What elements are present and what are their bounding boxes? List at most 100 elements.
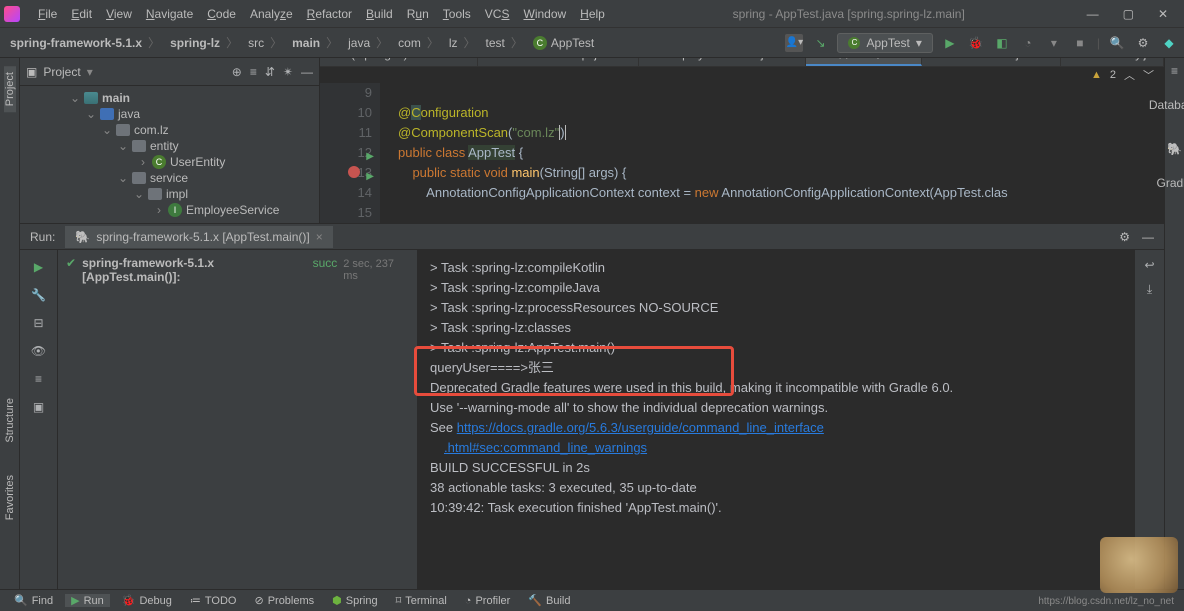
status-terminal[interactable]: ⌑Terminal: [390, 594, 453, 607]
project-panel-title[interactable]: Project: [43, 65, 80, 79]
menu-navigate[interactable]: Navigate: [140, 5, 199, 23]
status-find[interactable]: 🔍Find: [8, 594, 59, 607]
crumb[interactable]: CAppTest: [529, 34, 598, 52]
user-avatar-icon[interactable]: 👤▾: [785, 34, 803, 52]
settings-icon[interactable]: ⚙: [1134, 34, 1152, 52]
gradle-docs-link[interactable]: https://docs.gradle.org/5.6.3/userguide/…: [457, 420, 824, 435]
crumb[interactable]: src〉: [244, 32, 288, 53]
sidebar-favorites[interactable]: Favorites: [4, 469, 16, 526]
tab-employeeservice[interactable]: EmployeeService.java×: [639, 58, 806, 66]
maximize-icon[interactable]: ▢: [1123, 7, 1134, 21]
attach-icon[interactable]: ▾: [1045, 34, 1063, 52]
crumb[interactable]: test〉: [482, 32, 529, 53]
menu-refactor[interactable]: Refactor: [301, 5, 358, 23]
menu-analyze[interactable]: Analyze: [244, 5, 299, 23]
status-problems[interactable]: ⊘Problems: [248, 594, 320, 607]
crumb[interactable]: spring-lz〉: [166, 32, 244, 53]
coverage-icon[interactable]: ◧: [993, 34, 1011, 52]
scroll-end-icon[interactable]: ⤓: [1147, 282, 1152, 297]
tab-userserviceimpl[interactable]: UserServiceImpl.java×: [478, 58, 639, 66]
pin-icon[interactable]: ▣: [33, 400, 44, 414]
rerun-icon[interactable]: ▶: [34, 260, 43, 274]
crumb[interactable]: lz〉: [445, 32, 482, 53]
minimize-icon[interactable]: —: [1087, 7, 1099, 21]
stop-icon[interactable]: ■: [1071, 34, 1089, 52]
db-icon[interactable]: ≡: [1171, 64, 1178, 78]
warning-icon[interactable]: ▲: [1091, 69, 1102, 81]
menu-file[interactable]: File: [32, 5, 63, 23]
status-build[interactable]: 🔨Build: [522, 594, 576, 607]
tree-main[interactable]: main: [102, 91, 130, 105]
menu-window[interactable]: Window: [517, 5, 572, 23]
tree-impl[interactable]: impl: [166, 187, 188, 201]
status-todo[interactable]: ≔TODO: [184, 594, 243, 607]
gutter[interactable]: 9 10 11 12▶ 13▶ 14 15: [320, 83, 380, 223]
softwrap-icon[interactable]: ↩: [1144, 258, 1154, 272]
menu-tools[interactable]: Tools: [437, 5, 477, 23]
eye-icon[interactable]: 👁: [31, 344, 46, 358]
filter-icon[interactable]: ⊟: [33, 316, 43, 330]
layout-icon[interactable]: ≡: [35, 372, 42, 386]
menu-edit[interactable]: Edit: [65, 5, 98, 23]
menu-view[interactable]: View: [100, 5, 138, 23]
tab-apptest[interactable]: AppTest.java×: [806, 58, 923, 66]
next-highlight-icon[interactable]: ﹀: [1143, 67, 1154, 83]
gradle-elephant-icon[interactable]: 🐘: [1167, 142, 1182, 156]
tree-userentity[interactable]: UserEntity: [170, 155, 225, 169]
run-settings-icon[interactable]: ⚙: [1119, 230, 1130, 244]
warning-count: 2: [1110, 69, 1116, 81]
tree-entity[interactable]: entity: [150, 139, 179, 153]
tree-service[interactable]: service: [150, 171, 188, 185]
tree-empservice[interactable]: EmployeeService: [186, 203, 279, 217]
status-debug[interactable]: 🐞Debug: [116, 594, 178, 607]
tab-userservice[interactable]: UserService.java×: [922, 58, 1061, 66]
sidebar-structure[interactable]: Structure: [4, 392, 16, 449]
search-icon[interactable]: 🔍: [1108, 34, 1126, 52]
hide-icon[interactable]: —: [301, 65, 313, 79]
build-hammer-icon[interactable]: ↘: [811, 34, 829, 52]
code-editor[interactable]: 9 10 11 12▶ 13▶ 14 15 @Configuration @Co…: [320, 83, 1164, 223]
project-panel: ▣ Project ▾ ⊕ ≡ ⇵ ✴ — ⌄main ⌄java ⌄com.l…: [20, 58, 320, 223]
crumb[interactable]: spring-framework-5.1.x〉: [6, 32, 166, 53]
run-tree[interactable]: ✔ spring-framework-5.1.x [AppTest.main()…: [58, 250, 418, 589]
run-tree-root[interactable]: spring-framework-5.1.x [AppTest.main()]:: [82, 256, 307, 284]
select-opened-icon[interactable]: ⊕: [232, 65, 242, 79]
gear-icon[interactable]: ✴: [283, 65, 293, 79]
wrench-icon[interactable]: 🔧: [31, 288, 46, 302]
project-tree[interactable]: ⌄main ⌄java ⌄com.lz ⌄entity ›CUserEntity…: [20, 86, 319, 222]
status-profiler[interactable]: ◔Profiler: [459, 595, 517, 607]
ide-logo-icon: [4, 6, 20, 22]
run-tab[interactable]: 🐘spring-framework-5.1.x [AppTest.main()]…: [65, 226, 332, 248]
crumb[interactable]: java〉: [344, 32, 394, 53]
menu-code[interactable]: Code: [201, 5, 242, 23]
gradle-docs-link-2[interactable]: .html#sec:command_line_warnings: [430, 440, 647, 455]
menu-run[interactable]: Run: [401, 5, 435, 23]
run-hide-icon[interactable]: —: [1142, 230, 1154, 244]
breadcrumbs: spring-framework-5.1.x〉 spring-lz〉 src〉 …: [6, 32, 785, 53]
status-spring[interactable]: ⬢Spring: [326, 594, 383, 607]
menu-vcs[interactable]: VCS: [479, 5, 516, 23]
tab-userentity[interactable]: UserEntity.ja: [1061, 58, 1164, 66]
tab-build-gradle[interactable]: 🐘build.gradle (:spring-lz)×: [320, 58, 478, 66]
run-tree-status: succ: [313, 256, 338, 270]
close-icon[interactable]: ✕: [1158, 7, 1168, 21]
menu-help[interactable]: Help: [574, 5, 611, 23]
jb-toolbox-icon[interactable]: ◆: [1160, 34, 1178, 52]
footer-url: https://blog.csdn.net/lz_no_net: [1038, 596, 1174, 607]
menu-build[interactable]: Build: [360, 5, 399, 23]
debug-icon[interactable]: 🐞: [967, 34, 985, 52]
profile-icon[interactable]: ◔: [1019, 34, 1037, 52]
status-run[interactable]: ▶Run: [65, 594, 110, 607]
crumb[interactable]: main〉: [288, 32, 344, 53]
collapse-icon[interactable]: ⇵: [265, 65, 275, 79]
run-icon[interactable]: ▶: [941, 34, 959, 52]
tree-comlz[interactable]: com.lz: [134, 123, 169, 137]
prev-highlight-icon[interactable]: ︿: [1124, 67, 1135, 83]
tree-java[interactable]: java: [118, 107, 140, 121]
run-config-dropdown[interactable]: CAppTest ▾: [837, 33, 932, 53]
run-panel: Run: 🐘spring-framework-5.1.x [AppTest.ma…: [20, 223, 1164, 589]
expand-icon[interactable]: ≡: [250, 65, 257, 79]
crumb[interactable]: com〉: [394, 32, 445, 53]
sidebar-project[interactable]: Project: [4, 66, 16, 112]
run-output[interactable]: > Task :spring-lz:compileKotlin > Task :…: [418, 250, 1134, 589]
